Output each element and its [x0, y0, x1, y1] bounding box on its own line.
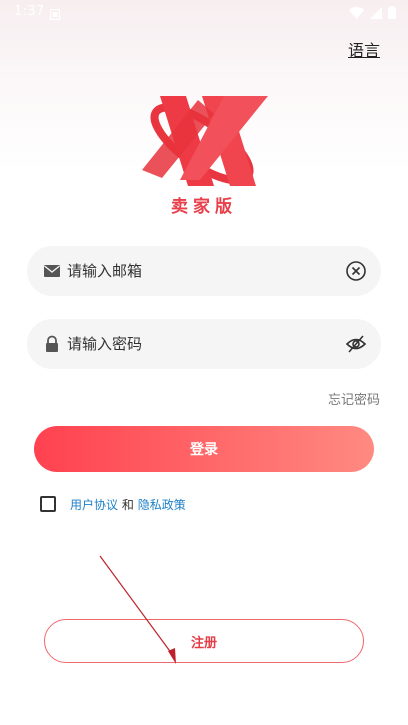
password-input[interactable] [67, 319, 329, 369]
mail-icon [43, 262, 61, 280]
forgot-password-link[interactable]: 忘记密码 [328, 389, 380, 408]
password-field[interactable] [27, 319, 381, 369]
privacy-policy-link[interactable]: 隐私政策 [138, 498, 186, 512]
status-bar: 1:37 [0, 0, 408, 24]
agreement-and: 和 [121, 497, 134, 512]
lock-icon [43, 335, 61, 353]
clear-icon[interactable] [345, 260, 367, 282]
email-input[interactable] [67, 246, 329, 296]
signal-icon [370, 4, 382, 23]
user-agreement-link[interactable]: 用户协议 [70, 498, 118, 512]
agreement-checkbox[interactable] [40, 496, 56, 512]
agreement-row: 用户协议 和 隐私政策 [40, 495, 186, 513]
language-link[interactable]: 语言 [348, 37, 380, 61]
status-icons [349, 4, 396, 23]
app-logo [142, 96, 268, 186]
register-button[interactable]: 注册 [44, 619, 364, 663]
eye-off-icon[interactable] [345, 333, 367, 355]
email-field[interactable] [27, 246, 381, 296]
notification-icon [49, 5, 61, 24]
battery-icon [388, 4, 396, 23]
logo-subtitle: 卖家版 [171, 197, 237, 217]
status-time: 1:37 [14, 4, 45, 19]
login-button[interactable]: 登录 [34, 426, 374, 472]
agreement-text: 用户协议 和 隐私政策 [70, 496, 186, 513]
wifi-icon [349, 4, 364, 23]
